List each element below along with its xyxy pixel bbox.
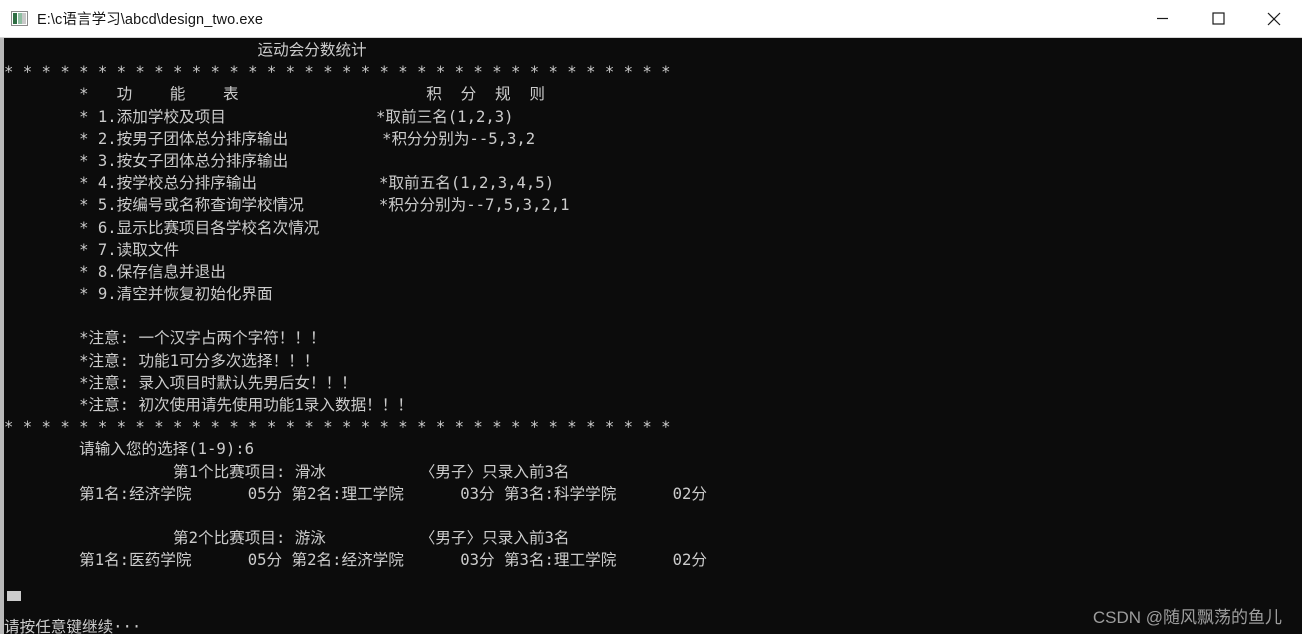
console-line: 第1名:医药学院 05分 第2名:经济学院 03分 第3名:理工学院 02分 — [4, 551, 707, 570]
console-line: * 3.按女子团体总分排序输出 — [4, 151, 289, 170]
console-line: *注意: 初次使用请先使用功能1录入数据！！！ — [4, 396, 413, 414]
console-line: * 7.读取文件 — [4, 240, 180, 259]
console-line: * 功 能 表 积 分 规 则 — [4, 85, 546, 104]
console-line: * 2.按男子团体总分排序输出 *积分分别为--5,3,2 — [4, 129, 536, 148]
console-line: 第1个比赛项目: 滑冰 〈男子〉只录入前3名 — [4, 462, 570, 481]
console-line: *注意: 功能1可分多次选择！！！ — [4, 351, 320, 370]
maximize-button[interactable] — [1190, 0, 1246, 38]
console-line: *注意: 一个汉字占两个字符！！！ — [4, 329, 326, 348]
minimize-button[interactable] — [1134, 0, 1190, 38]
console-line: 第2个比赛项目: 游泳 〈男子〉只录入前3名 — [4, 529, 570, 548]
watermark: CSDN @随风飘荡的鱼儿 — [1092, 608, 1282, 627]
text-cursor — [7, 591, 21, 601]
console-text: 运动会分数统计 * * * * * * * * * * * * * * * * *… — [4, 38, 707, 634]
console-output-area[interactable]: 运动会分数统计 * * * * * * * * * * * * * * * * *… — [0, 38, 1302, 634]
console-line: * * * * * * * * * * * * * * * * * * * * … — [4, 63, 671, 82]
console-app-icon — [11, 11, 28, 26]
title-bar-left: E:\c语言学习\abcd\design_two.exe — [0, 8, 1134, 29]
console-window: E:\c语言学习\abcd\design_two.exe 运动会分数统计 * *… — [0, 0, 1302, 634]
console-line: * 8.保存信息并退出 — [4, 262, 226, 281]
console-line: *注意: 录入项目时默认先男后女！！！ — [4, 373, 357, 392]
console-line: 请按任意键继续··· — [4, 617, 142, 634]
console-line: 请输入您的选择(1-9):6 — [4, 440, 254, 459]
window-controls — [1134, 0, 1302, 38]
console-line: 运动会分数统计 — [4, 41, 367, 59]
title-bar: E:\c语言学习\abcd\design_two.exe — [0, 0, 1302, 38]
close-button[interactable] — [1246, 0, 1302, 38]
console-line: * 9.清空并恢复初始化界面 — [4, 285, 273, 304]
console-line: * 5.按编号或名称查询学校情况 *积分分别为--7,5,3,2,1 — [4, 196, 570, 215]
console-line: * 4.按学校总分排序输出 *取前五名(1,2,3,4,5) — [4, 174, 555, 193]
window-title: E:\c语言学习\abcd\design_two.exe — [37, 12, 264, 28]
console-line: * * * * * * * * * * * * * * * * * * * * … — [4, 418, 671, 437]
console-line: 第1名:经济学院 05分 第2名:理工学院 03分 第3名:科学学院 02分 — [4, 484, 707, 503]
console-line: * 6.显示比赛项目各学校名次情况 — [4, 218, 320, 237]
console-line: * 1.添加学校及项目 *取前三名(1,2,3) — [4, 107, 514, 126]
